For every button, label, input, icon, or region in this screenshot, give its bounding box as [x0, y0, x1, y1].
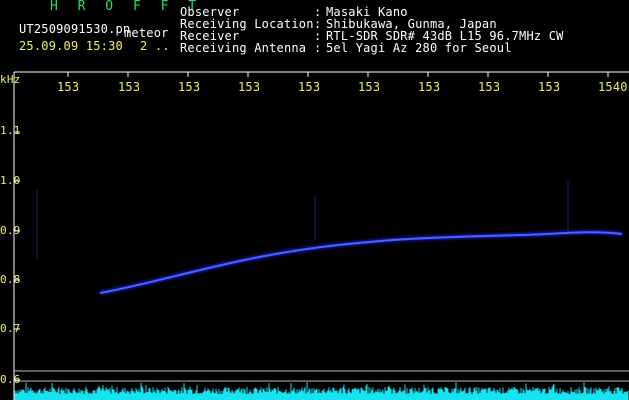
noise-spectrum-strip — [14, 382, 629, 400]
x-tick-marks — [67, 72, 609, 77]
y-tick-marks — [14, 131, 20, 381]
meteor-echo-trace — [99, 229, 623, 296]
spectrogram-plot — [13, 71, 629, 400]
